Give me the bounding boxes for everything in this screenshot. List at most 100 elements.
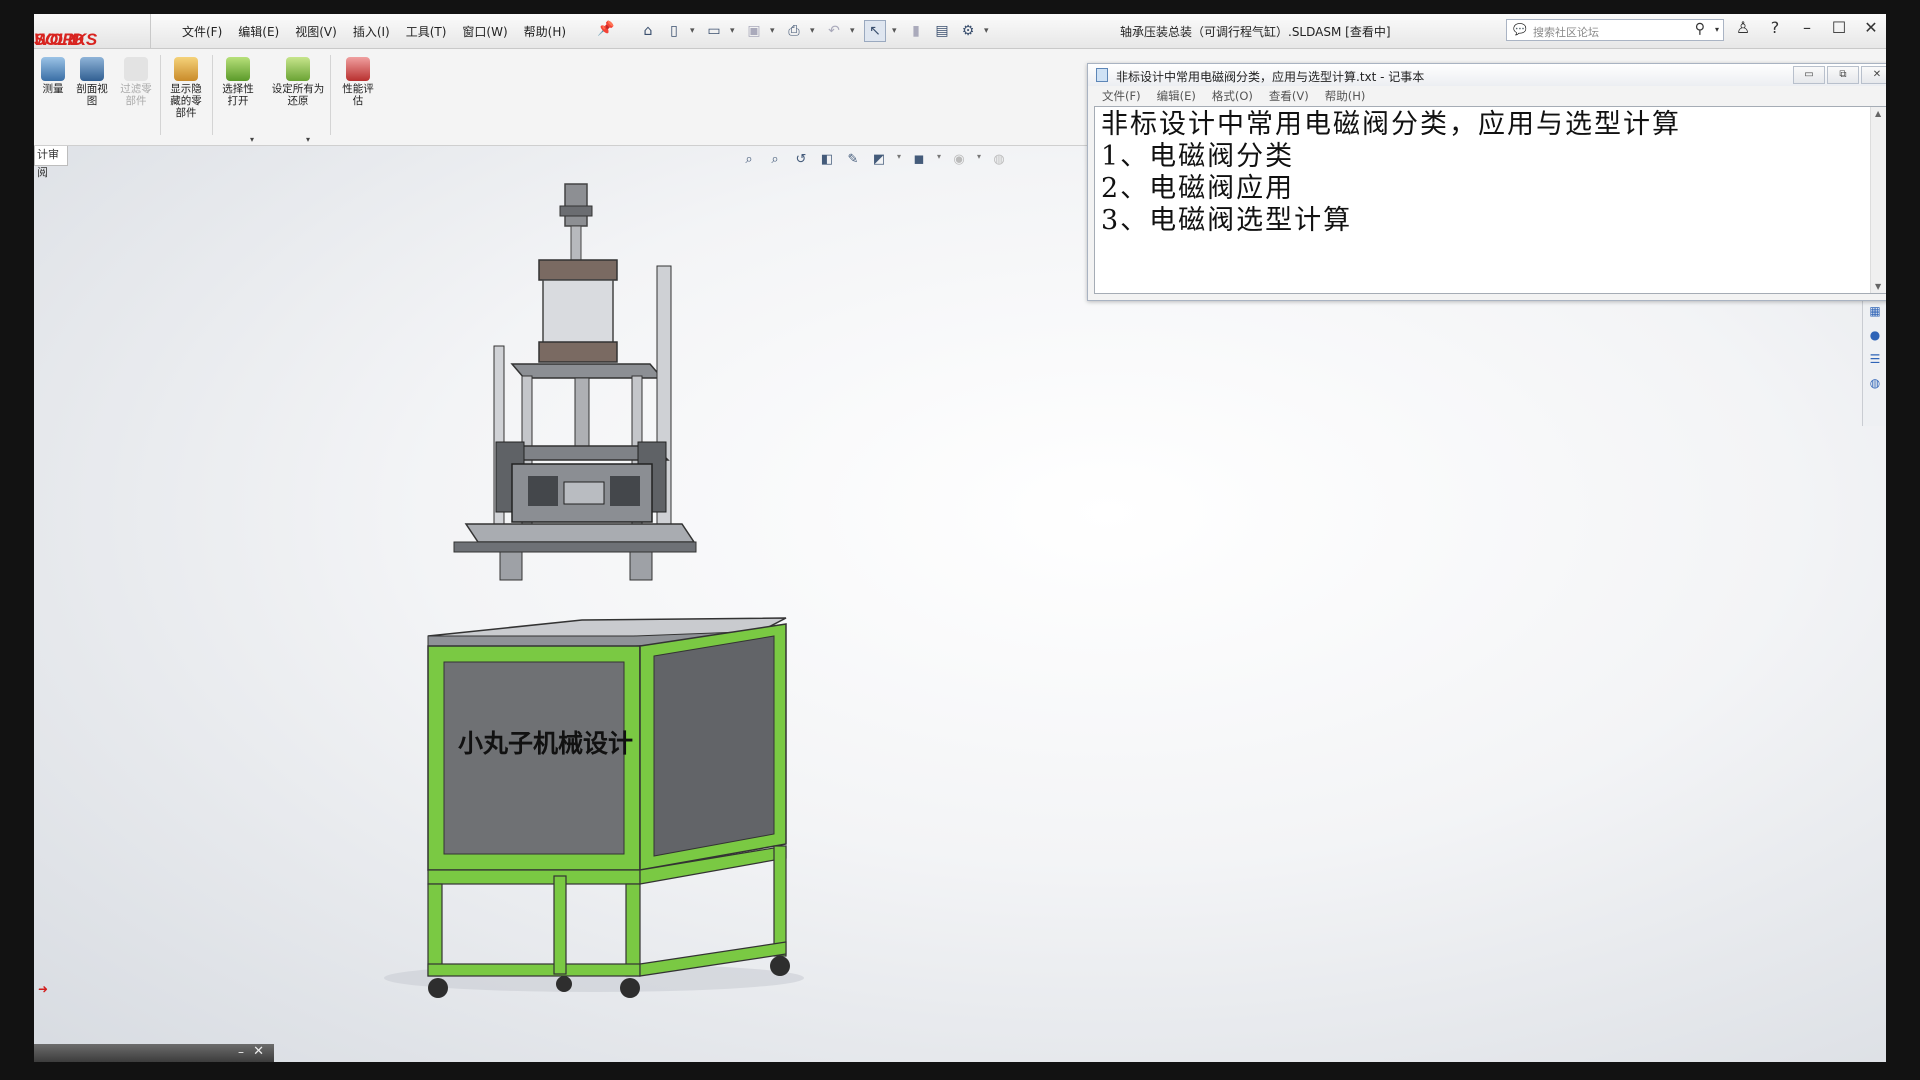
- measure-icon: [41, 57, 65, 81]
- section-view-icon: [80, 57, 104, 81]
- chevron-down-icon[interactable]: ▾: [730, 26, 738, 36]
- open-folder-icon[interactable]: ▭: [704, 21, 724, 41]
- minimize-button[interactable]: –: [238, 1045, 244, 1059]
- capture-border-right: [1886, 0, 1920, 1080]
- menu-tools[interactable]: 工具(T): [398, 23, 455, 40]
- notepad-line: 1、电磁阀分类: [1101, 141, 1295, 172]
- capture-border-top: [0, 0, 1920, 14]
- notepad-line: 非标设计中常用电磁阀分类，应用与选型计算: [1101, 109, 1681, 140]
- appearances-icon[interactable]: ●: [1866, 328, 1884, 346]
- notepad-menu-edit[interactable]: 编辑(E): [1149, 88, 1204, 104]
- show-hidden-parts-button[interactable]: 显示隐藏的零部件: [164, 57, 208, 119]
- select-cursor-icon[interactable]: ↖: [864, 20, 886, 42]
- selective-open-button[interactable]: 选择性打开: [216, 57, 260, 107]
- chevron-down-icon[interactable]: ▾: [306, 135, 310, 144]
- performance-icon: [346, 57, 370, 81]
- gear-icon[interactable]: ⚙: [958, 21, 978, 41]
- menu-insert[interactable]: 插入(I): [345, 23, 398, 40]
- filter-parts-label: 过滤零部件: [120, 83, 152, 107]
- section-view-label: 剖面视图: [76, 83, 108, 107]
- set-all-restore-label: 设定所有为还原: [271, 83, 325, 107]
- ribbon-divider: [330, 55, 331, 135]
- measure-button[interactable]: 测量: [36, 57, 70, 95]
- chevron-down-icon[interactable]: ▾: [984, 26, 992, 36]
- logo-works: WORKS: [34, 30, 97, 49]
- feature-tab[interactable]: 计审阅: [34, 146, 68, 179]
- rebuild-icon[interactable]: ▮: [906, 21, 926, 41]
- title-bar: SOLID WORKS 文件(F) 编辑(E) 视图(V) 插入(I) 工具(T)…: [34, 14, 1886, 49]
- maximize-button[interactable]: ☐: [1830, 18, 1848, 37]
- notepad-line: 2、电磁阀应用: [1101, 173, 1295, 204]
- notepad-menu-help[interactable]: 帮助(H): [1317, 88, 1374, 104]
- show-hidden-icon: [174, 57, 198, 81]
- help-icon[interactable]: ?: [1766, 18, 1784, 37]
- notepad-minimize-button[interactable]: ▭: [1793, 66, 1825, 84]
- notepad-scrollbar[interactable]: ▲ ▼: [1870, 107, 1886, 293]
- chevron-down-icon[interactable]: ▾: [250, 135, 254, 144]
- notepad-menu-view[interactable]: 查看(V): [1261, 88, 1317, 104]
- window-controls: ♙ ? – ☐ ✕: [1734, 18, 1880, 37]
- reference-triad-icon: ➜: [38, 982, 49, 996]
- performance-eval-label: 性能评估: [342, 83, 374, 107]
- minimize-button[interactable]: –: [1798, 18, 1816, 37]
- document-title: 轴承压装总装（可调行程气缸）.SLDASM [查看中]: [1120, 25, 1391, 39]
- chevron-down-icon[interactable]: ▾: [892, 26, 900, 36]
- notepad-menu-file[interactable]: 文件(F): [1094, 88, 1149, 104]
- solidworks-window: SOLID WORKS 文件(F) 编辑(E) 视图(V) 插入(I) 工具(T)…: [34, 14, 1886, 1062]
- notepad-text-area[interactable]: 非标设计中常用电磁阀分类，应用与选型计算 1、电磁阀分类 2、电磁阀应用 3、电磁阀选…: [1094, 106, 1886, 294]
- file-properties-icon[interactable]: ▤: [932, 21, 952, 41]
- solidworks-logo[interactable]: SOLID WORKS: [34, 14, 151, 49]
- close-icon[interactable]: ✕: [253, 1044, 264, 1059]
- chevron-down-icon[interactable]: ▾: [690, 26, 698, 36]
- close-button[interactable]: ✕: [1862, 18, 1880, 37]
- section-view-button[interactable]: 剖面视图: [72, 57, 112, 107]
- user-icon[interactable]: ♙: [1734, 18, 1752, 37]
- performance-eval-button[interactable]: 性能评估: [336, 57, 380, 107]
- notepad-menu: 文件(F) 编辑(E) 格式(O) 查看(V) 帮助(H): [1094, 88, 1373, 104]
- bottom-mini-panel: – ✕: [34, 1044, 274, 1062]
- notepad-menu-format[interactable]: 格式(O): [1204, 88, 1261, 104]
- view-palette-icon[interactable]: ▦: [1866, 304, 1884, 322]
- menu-window[interactable]: 窗口(W): [454, 23, 515, 40]
- menu-edit[interactable]: 编辑(E): [230, 23, 287, 40]
- new-document-icon[interactable]: ▯: [664, 21, 684, 41]
- menu-file[interactable]: 文件(F): [174, 23, 230, 40]
- quick-access-toolbar: ⌂ ▯ ▾ ▭ ▾ ▣ ▾ ⎙ ▾ ↶ ▾ ↖ ▾ ▮ ▤ ⚙ ▾: [638, 19, 992, 43]
- ribbon-divider: [212, 55, 213, 135]
- pin-icon[interactable]: 📌: [597, 21, 614, 37]
- set-restore-icon: [286, 57, 310, 81]
- chevron-down-icon[interactable]: ▾: [810, 26, 818, 36]
- capture-border-bottom: [0, 1062, 1920, 1080]
- save-icon[interactable]: ▣: [744, 21, 764, 41]
- notepad-close-button[interactable]: ✕: [1861, 66, 1886, 84]
- set-all-restore-button[interactable]: 设定所有为还原: [270, 57, 326, 107]
- chevron-down-icon[interactable]: ▾: [850, 26, 858, 36]
- chevron-down-icon[interactable]: ▾: [1715, 25, 1719, 34]
- menu-view[interactable]: 视图(V): [287, 23, 345, 40]
- scroll-down-icon[interactable]: ▼: [1875, 282, 1881, 291]
- filter-parts-button[interactable]: 过滤零部件: [116, 57, 156, 107]
- notepad-title-bar[interactable]: 非标设计中常用电磁阀分类，应用与选型计算.txt - 记事本 ▭ ⧉ ✕: [1088, 64, 1886, 86]
- ribbon-divider: [160, 55, 161, 135]
- custom-properties-icon[interactable]: ☰: [1866, 352, 1884, 370]
- search-box[interactable]: 💬 搜索社区论坛 ⚲ ▾: [1506, 19, 1724, 41]
- notepad-title: 非标设计中常用电磁阀分类，应用与选型计算.txt - 记事本: [1116, 70, 1425, 84]
- show-hidden-label: 显示隐藏的零部件: [170, 83, 202, 119]
- forum-icon[interactable]: ◍: [1866, 376, 1884, 394]
- undo-icon[interactable]: ↶: [824, 21, 844, 41]
- capture-border-left: [0, 0, 34, 1080]
- notepad-window[interactable]: 非标设计中常用电磁阀分类，应用与选型计算.txt - 记事本 ▭ ⧉ ✕ 文件(…: [1087, 63, 1886, 301]
- scroll-up-icon[interactable]: ▲: [1875, 109, 1881, 118]
- chevron-down-icon[interactable]: ▾: [770, 26, 778, 36]
- notepad-line: 3、电磁阀选型计算: [1101, 205, 1353, 236]
- notepad-restore-button[interactable]: ⧉: [1827, 66, 1859, 84]
- main-menu: 文件(F) 编辑(E) 视图(V) 插入(I) 工具(T) 窗口(W) 帮助(H…: [174, 23, 574, 40]
- selective-open-icon: [226, 57, 250, 81]
- notepad-window-controls: ▭ ⧉ ✕: [1793, 66, 1886, 84]
- cabinet-panel-label: 小丸子机械设计: [458, 729, 634, 758]
- home-icon[interactable]: ⌂: [638, 21, 658, 41]
- filter-icon: [124, 57, 148, 81]
- search-icon[interactable]: ⚲: [1695, 21, 1705, 37]
- print-icon[interactable]: ⎙: [784, 21, 804, 41]
- menu-help[interactable]: 帮助(H): [516, 23, 574, 40]
